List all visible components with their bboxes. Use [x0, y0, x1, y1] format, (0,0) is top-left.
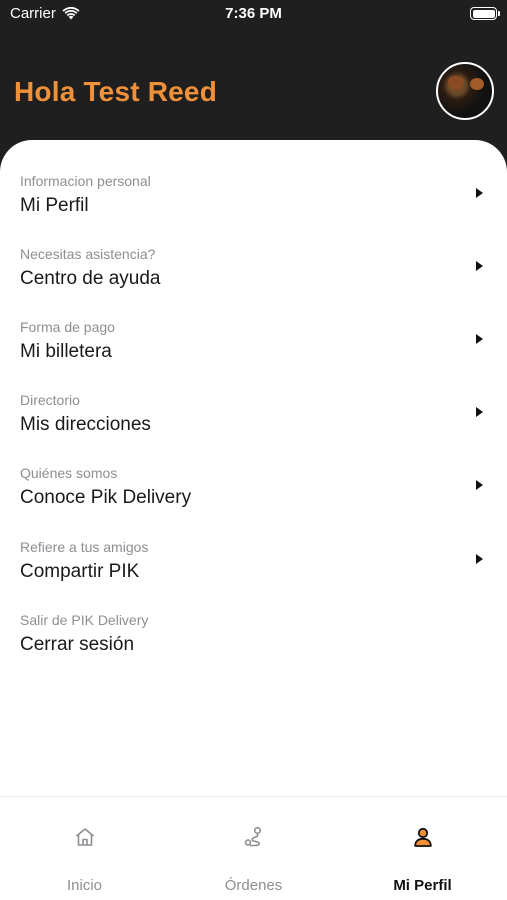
tab-inicio[interactable]: Inicio: [0, 797, 169, 900]
menu-item-title: Conoce Pik Delivery: [20, 487, 192, 508]
menu-item-title: Cerrar sesión: [20, 634, 135, 655]
menu-item-title: Mis direcciones: [20, 414, 151, 435]
menu-item-subtitle: Quiénes somos: [20, 465, 118, 481]
chevron-right-icon: [476, 407, 483, 417]
chevron-right-icon: [476, 261, 483, 271]
tab-label: Órdenes: [224, 877, 283, 894]
battery-icon: [470, 7, 500, 20]
menu-item-compartir-pik[interactable]: Refiere a tus amigos Compartir PIK: [0, 539, 507, 609]
home-icon: [75, 828, 94, 846]
menu-item-title: Mi billetera: [20, 341, 112, 362]
chevron-right-icon: [476, 480, 483, 490]
menu-item-mi-billetera[interactable]: Forma de pago Mi billetera: [0, 319, 507, 389]
menu-item-title: Mi Perfil: [20, 195, 89, 216]
menu-item-conoce-pik-delivery[interactable]: Quiénes somos Conoce Pik Delivery: [0, 465, 507, 535]
greeting-title: Hola Test Reed: [14, 76, 217, 107]
menu-item-cerrar-sesion[interactable]: Salir de PIK Delivery Cerrar sesión: [0, 612, 507, 682]
menu-item-title: Centro de ayuda: [20, 268, 161, 289]
menu-item-subtitle: Necesitas asistencia?: [20, 246, 156, 262]
chevron-right-icon: [476, 188, 483, 198]
tab-label: Inicio: [66, 877, 103, 894]
tab-mi-perfil[interactable]: Mi Perfil: [338, 797, 507, 900]
status-bar: Carrier 7:36 PM: [0, 0, 507, 28]
tab-ordenes[interactable]: Órdenes: [169, 797, 338, 900]
route-icon: [244, 826, 261, 847]
menu-item-subtitle: Refiere a tus amigos: [20, 539, 149, 555]
tab-bar: Inicio Órdenes Mi Perfil: [0, 796, 507, 900]
chevron-right-icon: [476, 554, 483, 564]
user-icon: [413, 827, 432, 847]
menu-item-mi-perfil[interactable]: Informacion personal Mi Perfil: [0, 173, 507, 243]
header: Hola Test Reed: [0, 28, 507, 140]
menu-item-subtitle: Salir de PIK Delivery: [20, 612, 149, 628]
menu-item-mis-direcciones[interactable]: Directorio Mis direcciones: [0, 392, 507, 462]
avatar[interactable]: [436, 62, 494, 120]
menu-item-subtitle: Informacion personal: [20, 173, 151, 189]
chevron-right-icon: [476, 334, 483, 344]
tab-label: Mi Perfil: [393, 877, 452, 894]
profile-menu: Informacion personal Mi Perfil Necesitas…: [0, 140, 507, 796]
menu-item-title: Compartir PIK: [20, 561, 140, 582]
menu-item-centro-de-ayuda[interactable]: Necesitas asistencia? Centro de ayuda: [0, 246, 507, 316]
menu-item-subtitle: Forma de pago: [20, 319, 115, 335]
status-time: 7:36 PM: [225, 5, 282, 22]
menu-item-subtitle: Directorio: [20, 392, 80, 408]
